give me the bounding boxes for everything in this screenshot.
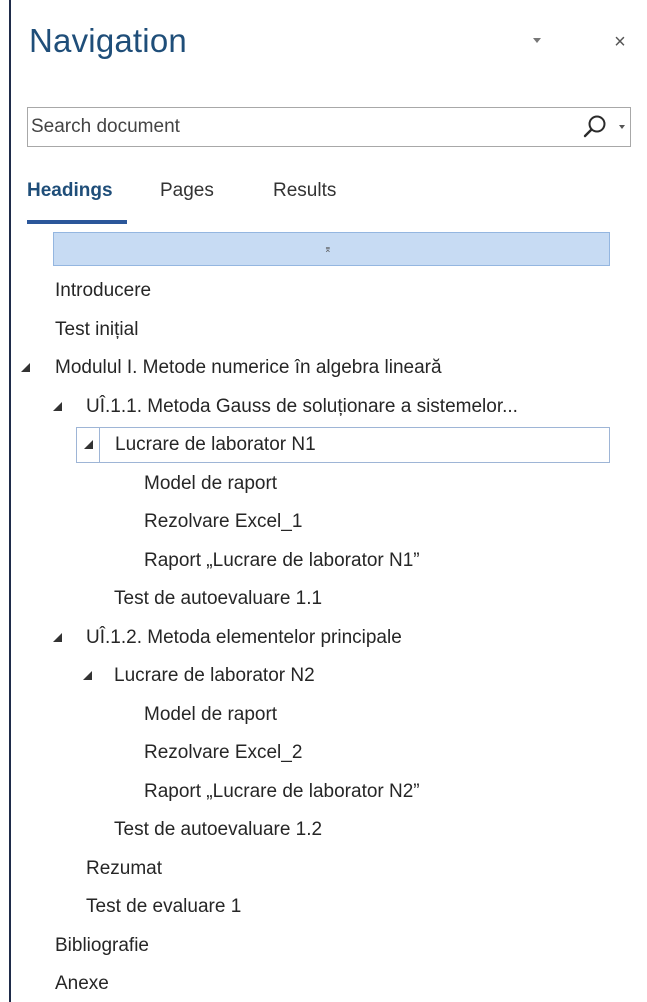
tree-item[interactable]: Test de autoevaluare 1.1 bbox=[11, 581, 631, 617]
tree-item-label: Test de autoevaluare 1.2 bbox=[114, 819, 323, 840]
tree-item-label: Anexe bbox=[55, 973, 109, 994]
tree-item[interactable]: Test inițial bbox=[11, 312, 631, 348]
tree-item[interactable]: Rezolvare Excel_2 bbox=[11, 735, 631, 771]
tree-item[interactable]: Model de raport bbox=[11, 466, 631, 502]
collapse-caret-icon[interactable] bbox=[83, 671, 92, 680]
tree-item-label: Rezumat bbox=[86, 858, 163, 879]
pane-options-button[interactable] bbox=[521, 28, 553, 56]
collapse-caret-icon[interactable] bbox=[21, 363, 30, 372]
search-input[interactable] bbox=[31, 110, 561, 144]
tree-item[interactable]: Anexe bbox=[11, 966, 631, 1002]
chevron-down-icon bbox=[533, 38, 541, 43]
tree-item-label: Lucrare de laborator N1 bbox=[115, 434, 316, 455]
tree-item-label: Lucrare de laborator N2 bbox=[114, 665, 315, 686]
tree-item-label: UÎ.1.1. Metoda Gauss de soluționare a si… bbox=[86, 396, 518, 417]
active-tab-indicator bbox=[27, 220, 127, 224]
tree-item-label: UÎ.1.2. Metoda elementelor principale bbox=[86, 627, 402, 648]
selection-divider bbox=[99, 428, 100, 462]
tree-item-label: Test de autoevaluare 1.1 bbox=[114, 588, 323, 609]
tree-item-label: Model de raport bbox=[144, 704, 278, 725]
search-options-dropdown[interactable] bbox=[616, 118, 628, 136]
tab-pages[interactable]: Pages bbox=[160, 180, 214, 202]
current-position-bar[interactable]: ⌆ bbox=[53, 232, 610, 266]
search-icon[interactable] bbox=[582, 114, 608, 140]
tree-item-label: Raport „Lucrare de laborator N2” bbox=[144, 781, 420, 802]
tree-item-label: Rezolvare Excel_2 bbox=[144, 742, 303, 763]
collapse-caret-icon[interactable] bbox=[53, 633, 62, 642]
tree-item-label: Rezolvare Excel_1 bbox=[144, 511, 303, 532]
tree-item-label: Bibliografie bbox=[55, 935, 149, 956]
tree-item[interactable]: Modulul I. Metode numerice în algebra li… bbox=[11, 350, 631, 386]
position-marker-icon: ⌆ bbox=[324, 244, 332, 254]
tree-item[interactable]: Test de autoevaluare 1.2 bbox=[11, 812, 631, 848]
tree-item[interactable]: Introducere bbox=[11, 273, 631, 309]
tree-item[interactable]: Test de evaluare 1 bbox=[11, 889, 631, 925]
collapse-caret-icon[interactable] bbox=[84, 440, 93, 449]
tree-item-label: Introducere bbox=[55, 280, 152, 301]
tab-headings[interactable]: Headings bbox=[27, 180, 113, 202]
tree-item[interactable]: Raport „Lucrare de laborator N2” bbox=[11, 774, 631, 810]
tree-item-label: Raport „Lucrare de laborator N1” bbox=[144, 550, 420, 571]
tree-item-label: Test inițial bbox=[55, 319, 139, 340]
tree-item[interactable]: Lucrare de laborator N1 bbox=[76, 427, 610, 463]
tab-results[interactable]: Results bbox=[273, 180, 336, 202]
search-box bbox=[27, 107, 631, 147]
navigation-pane: Navigation × Headings Pages Results ⌆ In… bbox=[9, 0, 647, 1002]
collapse-caret-icon[interactable] bbox=[53, 402, 62, 411]
tree-item-label: Model de raport bbox=[144, 473, 278, 494]
pane-title: Navigation bbox=[29, 22, 187, 59]
tree-item[interactable]: UÎ.1.1. Metoda Gauss de soluționare a si… bbox=[11, 389, 631, 425]
tree-item[interactable]: Model de raport bbox=[11, 697, 631, 733]
tree-item-label: Modulul I. Metode numerice în algebra li… bbox=[55, 357, 442, 378]
tree-item[interactable]: Raport „Lucrare de laborator N1” bbox=[11, 543, 631, 579]
tree-item-label: Test de evaluare 1 bbox=[86, 896, 242, 917]
close-button[interactable]: × bbox=[607, 28, 633, 56]
tree-item[interactable]: Rezolvare Excel_1 bbox=[11, 504, 631, 540]
tree-item[interactable]: Lucrare de laborator N2 bbox=[11, 658, 631, 694]
tree-item[interactable]: Bibliografie bbox=[11, 928, 631, 964]
tree-item[interactable]: UÎ.1.2. Metoda elementelor principale bbox=[11, 620, 631, 656]
tree-item[interactable]: Rezumat bbox=[11, 851, 631, 887]
